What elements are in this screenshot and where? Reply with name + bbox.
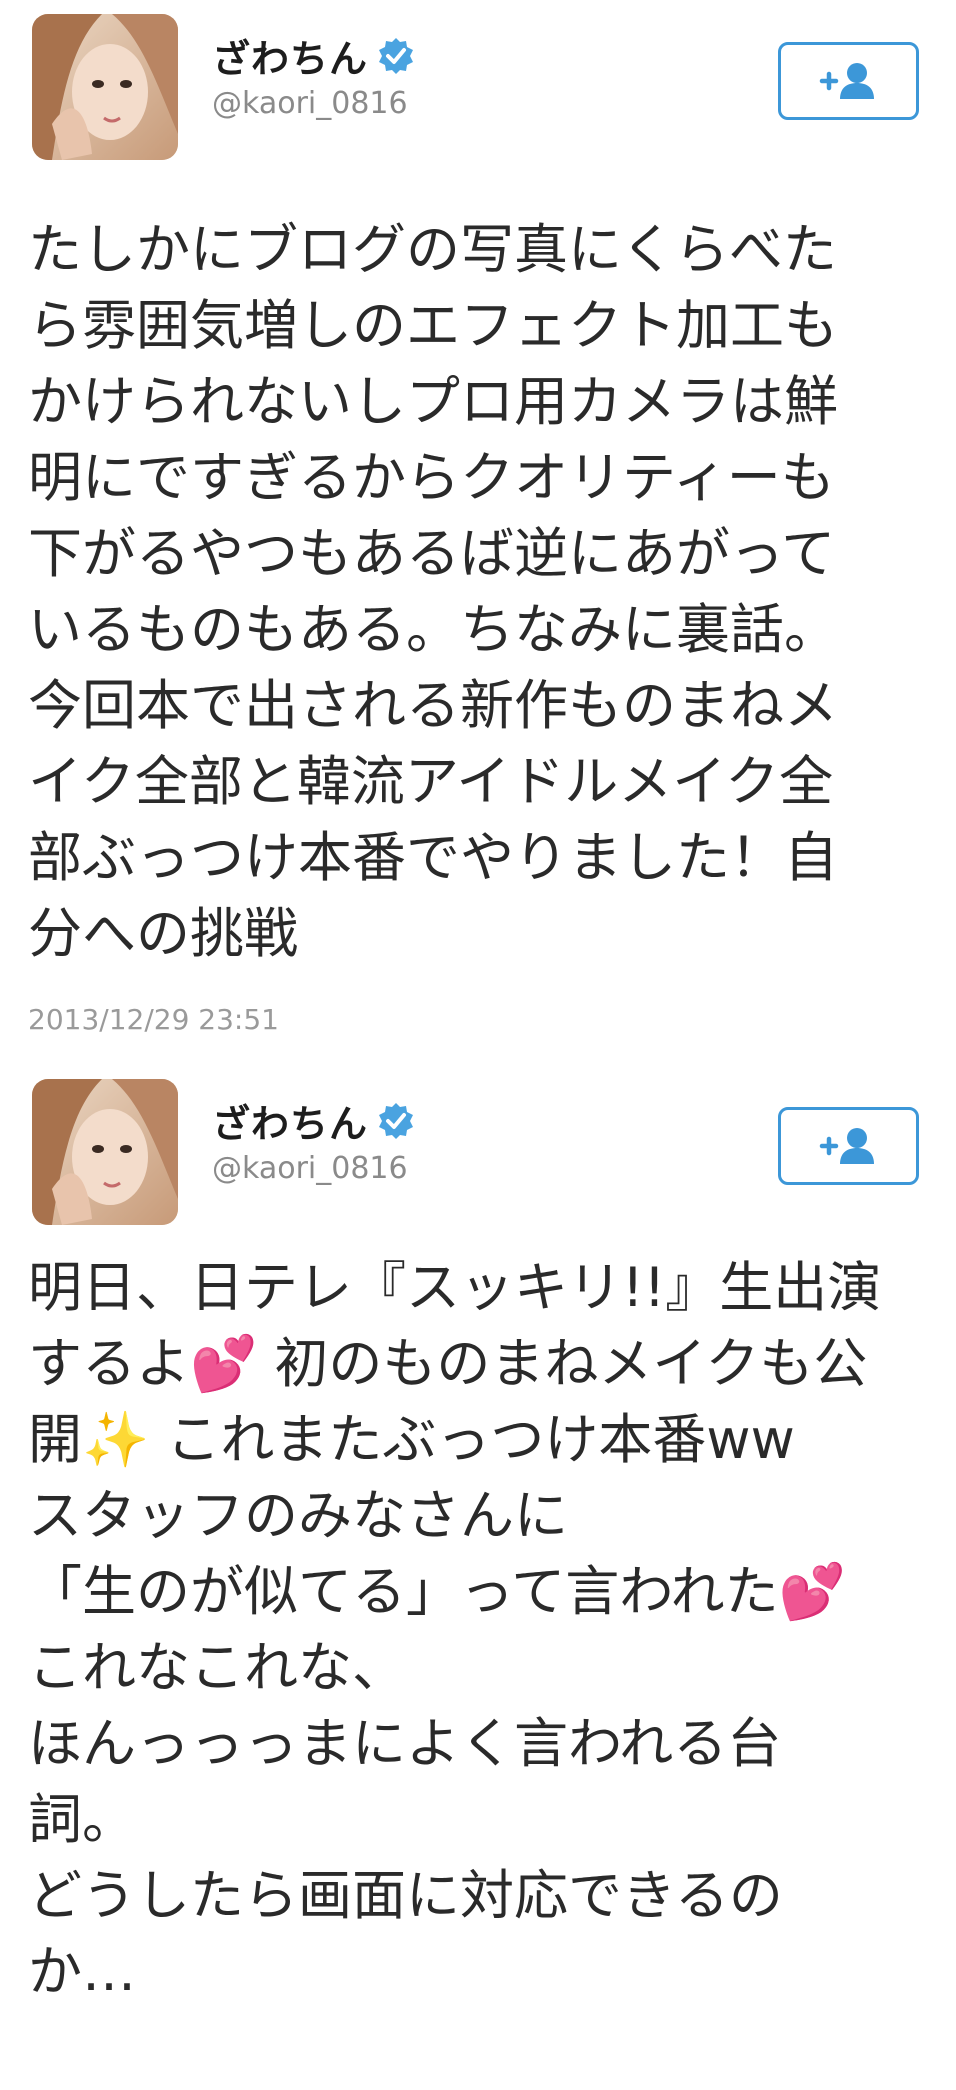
- display-name-text: ざわちん: [212, 1102, 369, 1146]
- follow-button[interactable]: [778, 1107, 919, 1185]
- tweet-card: ざわちん @kaori_0816 明日、日テレ『スッキリ!!』生出演 するよ💕 …: [0, 1065, 956, 2090]
- avatar[interactable]: [32, 1079, 178, 1225]
- tweet-text: 明日、日テレ『スッキリ!!』生出演 するよ💕 初のものまねメイクも公 開✨ これ…: [28, 1256, 882, 2003]
- timestamp[interactable]: 2013/12/29 23:51: [28, 1003, 279, 1036]
- avatar-photo-icon: [32, 1079, 178, 1225]
- display-name-text: ざわちん: [212, 37, 369, 81]
- verified-badge-icon: [376, 1101, 416, 1141]
- user-handle[interactable]: @kaori_0816: [212, 1151, 408, 1186]
- add-user-icon: [819, 63, 874, 99]
- display-name[interactable]: ざわちん: [212, 1093, 416, 1148]
- avatar-photo-icon: [32, 14, 178, 160]
- display-name[interactable]: ざわちん: [212, 28, 416, 83]
- follow-button[interactable]: [778, 42, 919, 120]
- tweet-card: ざわちん @kaori_0816 たしかにブログの写真にくらべた ら雰囲気増しの…: [0, 0, 956, 1065]
- add-user-icon: [819, 1128, 874, 1164]
- user-handle[interactable]: @kaori_0816: [212, 86, 408, 121]
- avatar[interactable]: [32, 14, 178, 160]
- verified-badge-icon: [376, 36, 416, 76]
- tweet-text: たしかにブログの写真にくらべた ら雰囲気増しのエフェクト加工も かけられないしプ…: [28, 218, 838, 965]
